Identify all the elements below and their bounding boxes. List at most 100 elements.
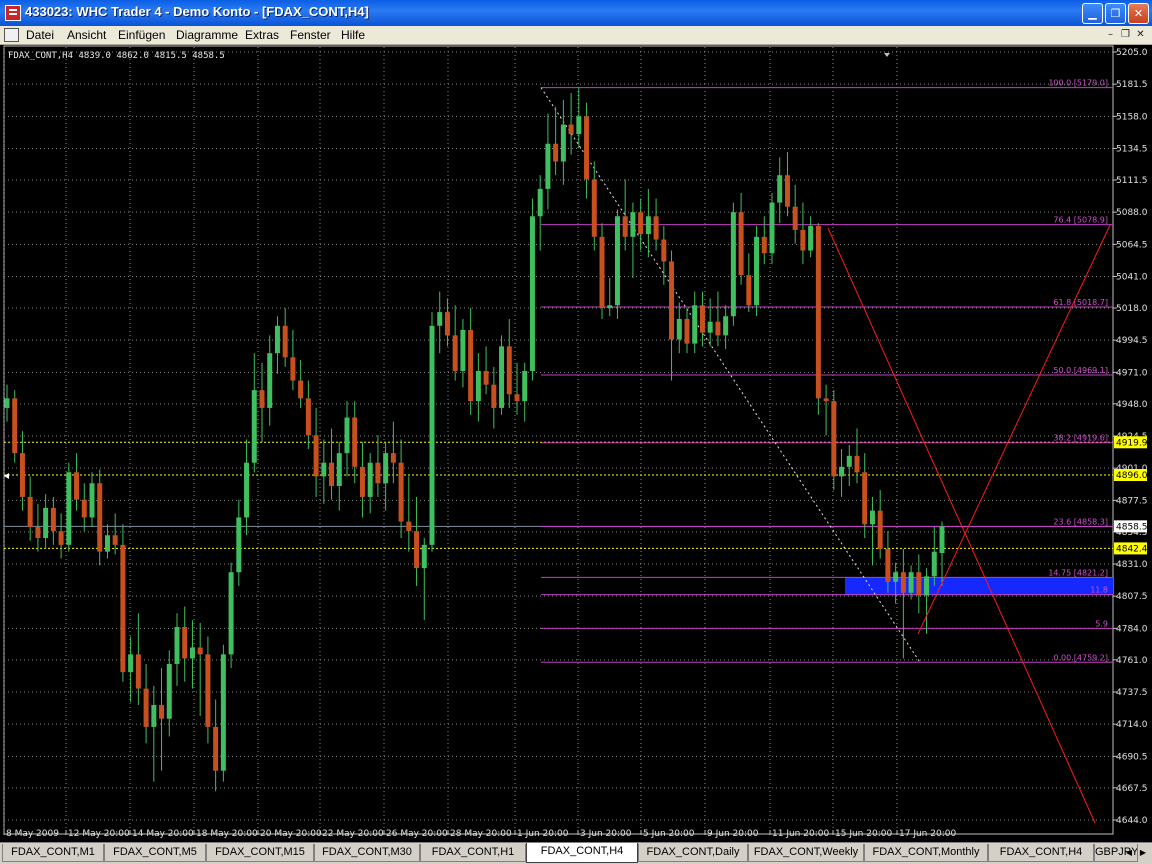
candle-body (761, 236, 767, 254)
minimize-button[interactable]: ▁ (1082, 3, 1103, 24)
tab-scroll-left-icon[interactable]: ◀ (1122, 846, 1136, 860)
candle-body (692, 305, 698, 344)
candle-body (197, 647, 203, 655)
y-axis-label: 5018.0 (1116, 304, 1148, 314)
candle-body (421, 544, 427, 569)
menu-hilfe[interactable]: Hilfe (341, 28, 365, 42)
chart-tab[interactable]: FDAX_CONT,H1 (420, 844, 526, 862)
fib-level-label: 100.0 [5179.0] (1048, 79, 1108, 88)
candle-body (66, 472, 72, 545)
chart-window-icon[interactable] (4, 28, 19, 42)
menu-datei[interactable]: Datei (26, 28, 54, 42)
candle-body (746, 275, 752, 306)
chart-area[interactable]: 5205.0 5181.5 5158.0 5134.5 5111.5 5088.0 5064… (0, 45, 1152, 842)
x-axis-label: 9 Jun 20:00 (707, 829, 759, 839)
candle-body (916, 572, 922, 596)
candlestick-chart[interactable]: 5205.0 5181.5 5158.0 5134.5 5111.5 5088.0 5064… (0, 45, 1152, 842)
chart-info-line: FDAX_CONT,H4 4839.0 4862.0 4815.5 4858.5 (8, 51, 225, 61)
y-axis-label: 4994.5 (1116, 336, 1148, 346)
chart-tab[interactable]: FDAX_CONT,Daily (638, 844, 748, 862)
chart-tab[interactable]: FDAX_CONT,M1 (2, 844, 104, 862)
candle-body (437, 312, 443, 326)
mdi-restore-icon[interactable]: ❐ (1119, 29, 1132, 41)
candle-body (723, 316, 729, 336)
candle-body (939, 526, 945, 554)
candle-body (375, 462, 381, 484)
app-icon (5, 5, 21, 21)
candle-body (174, 626, 180, 664)
candle-body (730, 212, 736, 317)
candle-body (282, 325, 288, 358)
chart-tab[interactable]: FDAX_CONT,Monthly (864, 844, 988, 862)
candle-body (4, 398, 10, 408)
candle-body (475, 370, 481, 402)
y-axis-label: 4831.0 (1116, 560, 1148, 570)
candle-body (792, 206, 798, 230)
candle-body (808, 225, 814, 251)
candle-body (359, 466, 365, 497)
candle-body (499, 346, 505, 408)
candle-body (460, 329, 466, 371)
candle-body (568, 124, 574, 135)
y-axis-label: 4714.0 (1116, 720, 1148, 730)
x-axis-label: 20 May 20:00 (260, 829, 322, 839)
candle-body (653, 216, 659, 240)
candle-body (135, 654, 141, 689)
candle-body (259, 390, 265, 408)
window-title: 433023: WHC Trader 4 - Demo Konto - [FDA… (25, 4, 369, 19)
candle-body (112, 535, 118, 545)
bid-arrow-icon (4, 473, 9, 479)
chart-tab-bar: FDAX_CONT,M1 FDAX_CONT,M5 FDAX_CONT,M15 FDA… (0, 842, 1152, 864)
y-axis-label: 5111.5 (1116, 176, 1148, 186)
candle-body (769, 202, 775, 254)
x-axis-label: 12 May 20:00 (68, 829, 130, 839)
chart-tab[interactable]: FDAX_CONT,M15 (206, 844, 314, 862)
chart-tab[interactable]: FDAX_CONT,M30 (314, 844, 420, 862)
menu-ansicht[interactable]: Ansicht (67, 28, 106, 42)
chart-tab[interactable]: FDAX_CONT,Weekly (748, 844, 864, 862)
y-axis-label: 4667.5 (1116, 784, 1148, 794)
close-button[interactable]: ✕ (1128, 3, 1149, 24)
candle-body (205, 654, 211, 727)
maximize-button[interactable]: ❐ (1105, 3, 1126, 24)
candle-body (831, 401, 837, 477)
candle-body (352, 417, 358, 467)
menu-extras[interactable]: Extras (245, 28, 279, 42)
candle-body (869, 510, 875, 525)
candle-body (159, 705, 165, 719)
candle-body (143, 688, 149, 727)
candle-body (607, 305, 613, 308)
fib-level-label: 50.0 [4969.1] (1053, 366, 1108, 375)
y-axis-label: 5158.0 (1116, 112, 1148, 122)
candle-body (537, 188, 543, 217)
y-axis-label: 4690.5 (1116, 752, 1148, 762)
candle-body (491, 384, 497, 408)
candle-body (329, 462, 335, 486)
candle-body (182, 626, 188, 659)
price-badge-label: 4858.5 (1116, 522, 1148, 532)
title-bar: 433023: WHC Trader 4 - Demo Konto - [FDA… (0, 0, 1152, 26)
menu-fenster[interactable]: Fenster (290, 28, 331, 42)
candle-body (298, 380, 304, 399)
candle-body (305, 398, 311, 436)
tab-scroll-right-icon[interactable]: ▶ (1136, 846, 1150, 860)
fib-level-label: 14.75 [4821.2] (1048, 568, 1108, 577)
mdi-close-icon[interactable]: ✕ (1134, 29, 1147, 41)
candle-body (800, 229, 806, 251)
x-axis-label: 28 May 20:00 (450, 829, 512, 839)
menu-diagramme[interactable]: Diagramme (176, 28, 238, 42)
candle-body (638, 212, 644, 235)
candle-body (599, 236, 605, 308)
x-axis-label: 18 May 20:00 (196, 829, 258, 839)
chart-tab[interactable]: FDAX_CONT,H4 (526, 843, 638, 863)
candle-body (885, 548, 891, 582)
chart-tab[interactable]: FDAX_CONT,H4 (988, 844, 1094, 862)
menu-einfuegen[interactable]: Einfügen (118, 28, 165, 42)
candle-body (622, 216, 628, 237)
chart-tab[interactable]: FDAX_CONT,M5 (104, 844, 206, 862)
candle-body (630, 212, 636, 237)
x-axis-label: 5 Jun 20:00 (643, 829, 695, 839)
candle-body (908, 572, 914, 593)
candle-body (267, 353, 273, 408)
mdi-minimize-icon[interactable]: – (1104, 29, 1117, 41)
